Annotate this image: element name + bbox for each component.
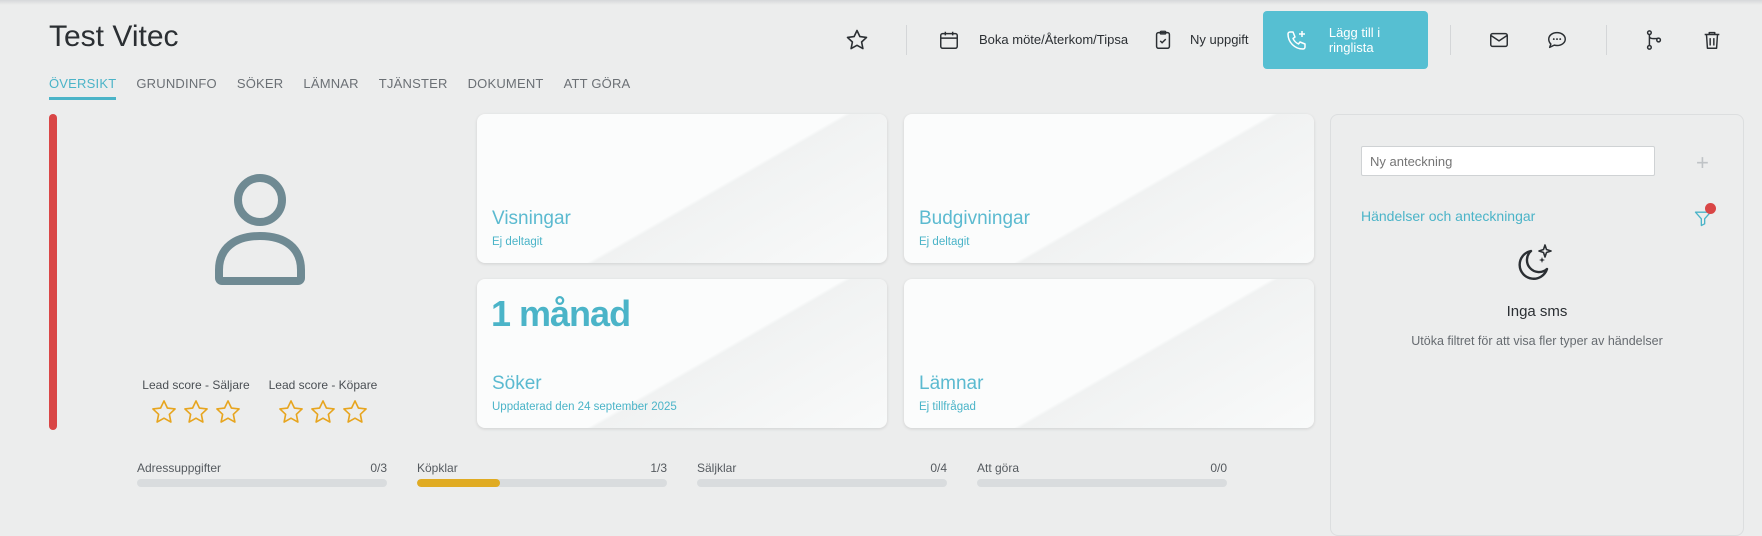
lead-score-buyer-label: Lead score - Köpare [268, 378, 378, 392]
star-icon[interactable] [214, 398, 242, 426]
toolbar-divider [1450, 25, 1451, 55]
progress-value: 0/3 [370, 461, 387, 475]
progress-track [697, 479, 947, 487]
add-to-ringlist-button[interactable]: Lägg till i ringlista [1263, 11, 1428, 69]
star-icon[interactable] [277, 398, 305, 426]
filter-icon[interactable] [1693, 203, 1717, 229]
tab-dokument[interactable]: DOKUMENT [468, 76, 544, 100]
mail-icon[interactable] [1486, 27, 1512, 53]
toolbar: Boka möte/Återkom/Tipsa Ny uppgift Lägg … [0, 11, 1762, 69]
progress-value: 1/3 [650, 461, 667, 475]
progress-label: Att göra [977, 461, 1020, 475]
filter-active-dot [1705, 203, 1716, 214]
progress-saljklar: Säljklar 0/4 [697, 461, 947, 487]
progress-label: Köpklar [417, 461, 458, 475]
moon-stars-icon [1511, 243, 1557, 283]
phone-plus-icon [1285, 27, 1311, 53]
progress-track [417, 479, 667, 487]
toolbar-divider [1606, 25, 1607, 55]
toolbar-divider [906, 25, 907, 55]
branch-icon[interactable] [1641, 27, 1667, 53]
star-icon[interactable] [150, 398, 178, 426]
empty-state-title: Inga sms [1506, 303, 1568, 320]
events-title: Händelser och anteckningar [1361, 208, 1536, 224]
favorite-star-icon[interactable] [844, 27, 870, 53]
lead-score-buyer: Lead score - Köpare [265, 378, 381, 426]
new-note-input[interactable] [1361, 146, 1655, 176]
star-icon[interactable] [182, 398, 210, 426]
ringlist-label: Lägg till i ringlista [1328, 25, 1381, 55]
card-title: Söker [492, 373, 542, 394]
tab-lamnar[interactable]: LÄMNAR [303, 76, 358, 100]
progress-track [977, 479, 1227, 487]
tab-tjanster[interactable]: TJÄNSTER [379, 76, 448, 100]
card-visningar[interactable]: Visningar Ej deltagit [477, 114, 887, 263]
empty-state-subtitle: Utöka filtret för att visa fler typer av… [1411, 334, 1663, 348]
card-subtitle: Ej deltagit [919, 236, 970, 248]
lead-score-seller-label: Lead score - Säljare [142, 378, 250, 392]
user-icon [205, 170, 315, 285]
progress-label: Säljklar [697, 461, 737, 475]
top-shadow [0, 0, 1762, 5]
progress-fill [417, 479, 501, 487]
progress-kopklar: Köpklar 1/3 [417, 461, 667, 487]
trash-icon[interactable] [1699, 27, 1725, 53]
tab-att-gora[interactable]: ATT GÖRA [564, 76, 631, 100]
progress-label: Adressuppgifter [137, 461, 222, 475]
progress-value: 0/0 [1210, 461, 1227, 475]
events-panel: + Händelser och anteckningar Inga sms Ut… [1330, 114, 1744, 536]
tab-grundinfo[interactable]: GRUNDINFO [136, 76, 217, 100]
progress-att-gora: Att göra 0/0 [977, 461, 1227, 487]
progress-value: 0/4 [930, 461, 947, 475]
card-subtitle: Uppdaterad den 24 september 2025 [492, 401, 677, 413]
book-meeting-button[interactable]: Boka möte/Återkom/Tipsa [979, 32, 1128, 47]
tab-bar: ÖVERSIKT GRUNDINFO SÖKER LÄMNAR TJÄNSTER… [49, 76, 630, 100]
card-budgivningar[interactable]: Budgivningar Ej deltagit [904, 114, 1314, 263]
card-subtitle: Ej tillfrågad [919, 401, 976, 413]
chat-icon[interactable] [1544, 27, 1570, 53]
card-big-value: 1 månad [491, 293, 631, 334]
status-bar [49, 114, 57, 430]
tab-oversikt[interactable]: ÖVERSIKT [49, 76, 117, 100]
new-task-button[interactable]: Ny uppgift [1190, 32, 1249, 47]
card-soker[interactable]: 1 månad Söker Uppdaterad den 24 septembe… [477, 279, 887, 428]
calendar-icon[interactable] [936, 27, 962, 53]
card-subtitle: Ej deltagit [492, 236, 543, 248]
buyer-stars [265, 398, 381, 426]
card-title: Budgivningar [919, 208, 1030, 229]
seller-stars [138, 398, 254, 426]
card-title: Lämnar [919, 373, 984, 394]
card-title: Visningar [492, 208, 571, 229]
star-icon[interactable] [309, 398, 337, 426]
progress-track [137, 479, 387, 487]
lead-score-seller: Lead score - Säljare [138, 378, 254, 426]
tab-soker[interactable]: SÖKER [237, 76, 284, 100]
add-note-plus-icon[interactable]: + [1696, 150, 1709, 176]
card-lamnar[interactable]: Lämnar Ej tillfrågad [904, 279, 1314, 428]
clipboard-check-icon[interactable] [1150, 27, 1176, 53]
star-icon[interactable] [341, 398, 369, 426]
progress-adressuppgifter: Adressuppgifter 0/3 [137, 461, 387, 487]
